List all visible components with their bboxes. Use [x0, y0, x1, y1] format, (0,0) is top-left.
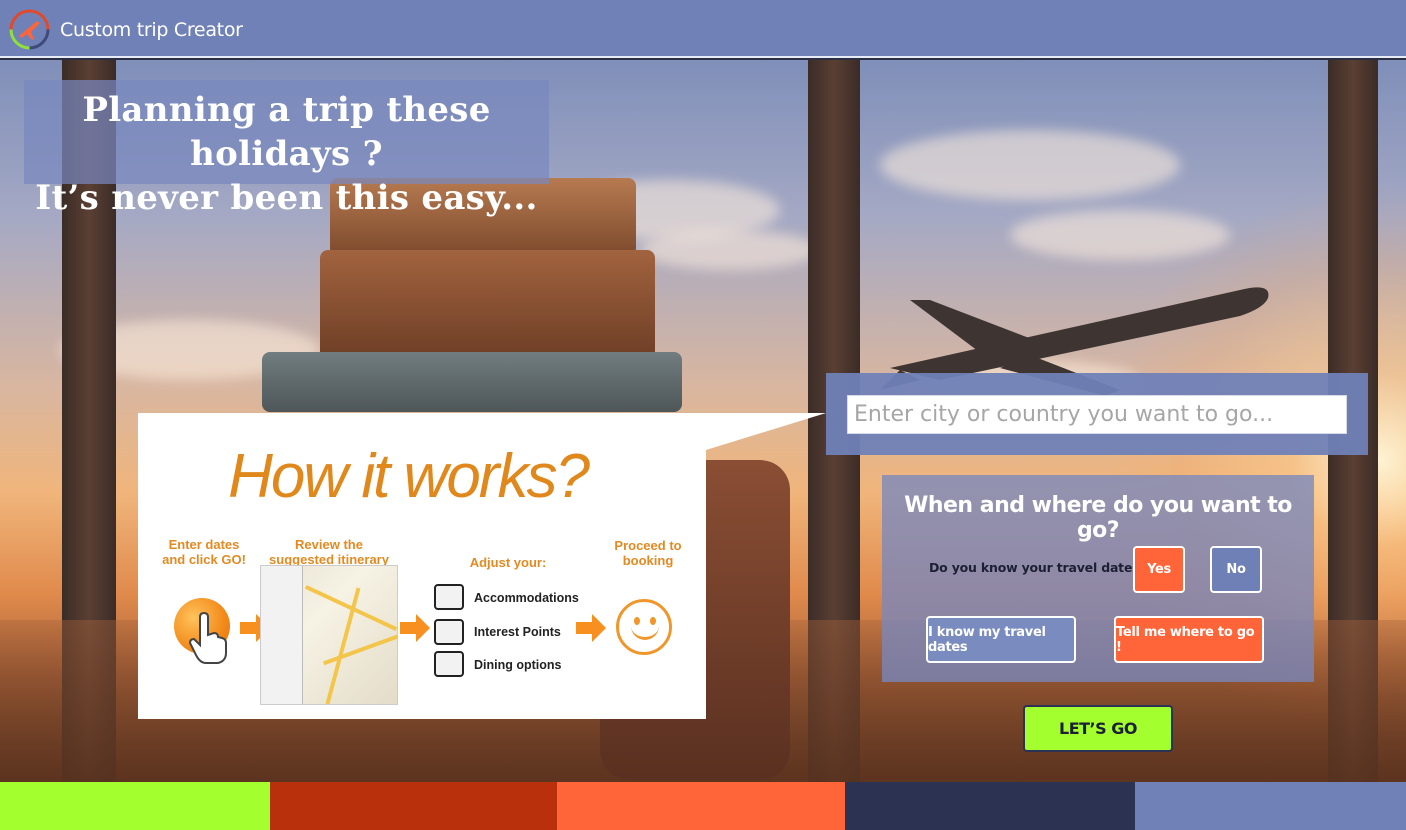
- when-where-panel: When and where do you want to go? Do you…: [882, 475, 1314, 682]
- suitcase-middle: [320, 250, 655, 362]
- suitcase-bottom: [262, 352, 682, 412]
- top-header: Custom trip Creator: [0, 0, 1406, 58]
- search-panel: [826, 373, 1368, 455]
- tell-me-where-button[interactable]: Tell me where to go !: [1114, 616, 1264, 663]
- smiley-icon: [616, 599, 672, 655]
- itinerary-map-thumbnail: [260, 565, 398, 705]
- headline-banner: Planning a trip these holidays ? It’s ne…: [24, 80, 549, 218]
- callout-pointer: [706, 413, 826, 450]
- step-adjust-title: Adjust your:: [469, 555, 547, 570]
- step-enter-dates: Enter dates and click GO!: [162, 537, 246, 567]
- arrow-right-icon: [400, 614, 430, 642]
- when-where-title: When and where do you want to go?: [904, 493, 1292, 543]
- color-footer: [0, 782, 1406, 830]
- adjust-dining-options: Dining options: [474, 658, 562, 672]
- adjust-accommodations: Accommodations: [474, 591, 579, 605]
- footer-stripe: [1135, 782, 1406, 830]
- step-review-itinerary: Review the suggested itinerary: [269, 537, 389, 567]
- plane-logo-icon[interactable]: [9, 9, 50, 50]
- hand-pointer-icon: [188, 611, 227, 664]
- lets-go-button[interactable]: LET’S GO: [1023, 705, 1173, 752]
- brand-title[interactable]: Custom trip Creator: [60, 19, 243, 41]
- dining-icon: [434, 651, 464, 677]
- step-proceed-booking: Proceed to booking: [614, 538, 682, 568]
- camera-icon: [434, 619, 464, 645]
- footer-stripe: [557, 782, 845, 830]
- how-it-works-title: How it works?: [228, 442, 590, 511]
- footer-stripe: [270, 782, 557, 830]
- footer-stripe: [845, 782, 1135, 830]
- how-it-works-panel: How it works? Enter dates and click GO! …: [138, 413, 706, 719]
- hotel-icon: [434, 584, 464, 610]
- headline-line-1: Planning a trip these holidays ?: [82, 90, 491, 174]
- yes-button[interactable]: Yes: [1133, 546, 1185, 593]
- footer-stripe: [0, 782, 270, 830]
- travel-dates-question: Do you know your travel dates?: [929, 560, 1147, 575]
- arrow-right-icon: [576, 614, 606, 642]
- adjust-interest-points: Interest Points: [474, 625, 561, 639]
- headline-line-2: It’s never been this easy...: [35, 178, 538, 218]
- no-button[interactable]: No: [1210, 546, 1262, 593]
- know-dates-button[interactable]: I know my travel dates: [926, 616, 1076, 663]
- destination-search-input[interactable]: [847, 395, 1347, 434]
